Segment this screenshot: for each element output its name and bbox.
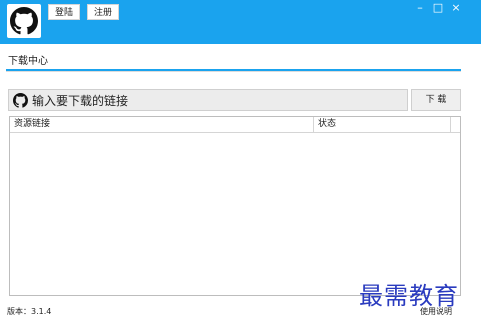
tab-divider (6, 71, 461, 72)
download-button[interactable]: 下 载 (411, 89, 461, 111)
version-label: 版本：3.1.4 (7, 307, 52, 316)
download-link-input[interactable]: 输入要下载的链接 (8, 89, 408, 111)
minimize-button[interactable]: – (414, 2, 426, 14)
app-window: 登陆 注册 – □ × 下载中心 输入要下载的链接 下 载 资源链接 状态 版本… (0, 0, 481, 323)
title-bar: 登陆 注册 – □ × (0, 0, 481, 44)
input-placeholder: 输入要下载的链接 (32, 93, 129, 108)
watermark-text: 最需教育 (359, 282, 459, 310)
github-icon (10, 7, 38, 35)
register-button[interactable]: 注册 (87, 4, 119, 20)
app-logo (7, 4, 41, 38)
column-header-status[interactable]: 状态 (318, 118, 336, 131)
close-button[interactable]: × (450, 2, 462, 14)
login-button[interactable]: 登陆 (48, 4, 80, 20)
github-icon (13, 92, 28, 108)
column-separator[interactable] (313, 117, 314, 132)
maximize-button[interactable]: □ (432, 2, 444, 14)
table-header: 资源链接 状态 (10, 117, 460, 133)
tab-download-center[interactable]: 下载中心 (8, 52, 48, 67)
column-separator[interactable] (450, 117, 451, 132)
column-header-resource-link[interactable]: 资源链接 (14, 118, 50, 131)
resource-table: 资源链接 状态 (9, 116, 461, 296)
